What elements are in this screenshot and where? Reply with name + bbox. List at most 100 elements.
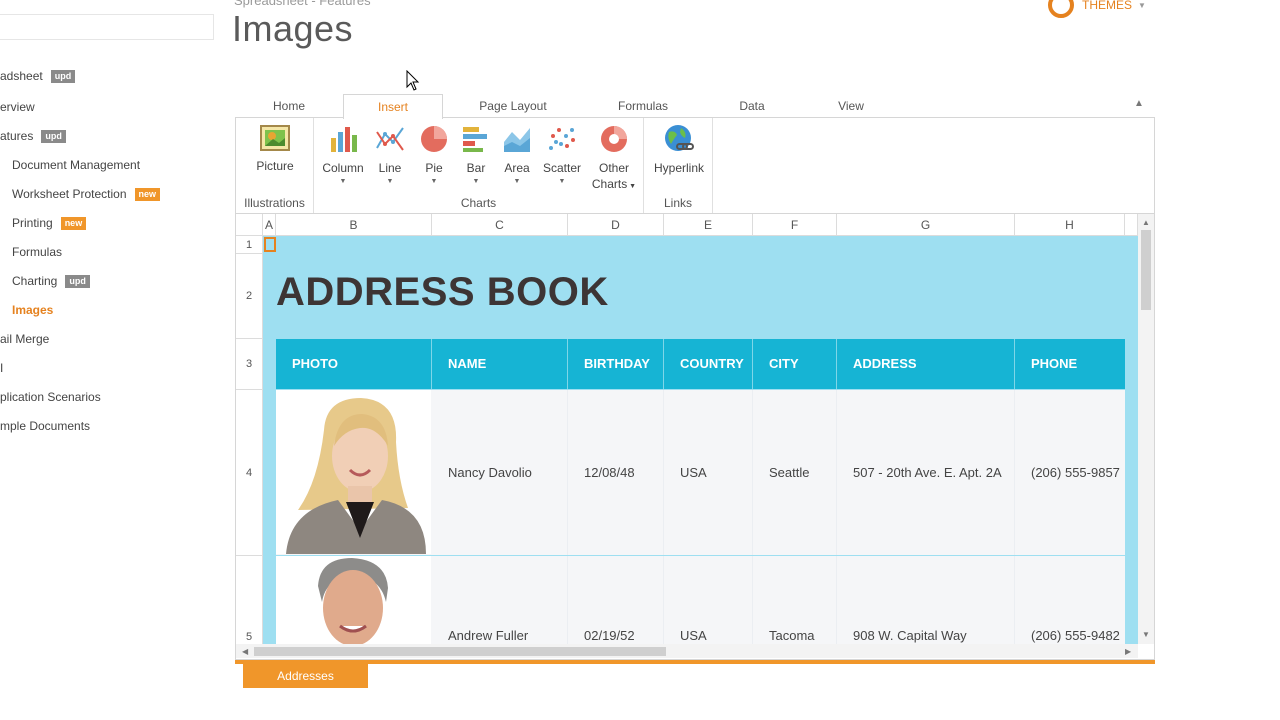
- vertical-scroll-thumb[interactable]: [1141, 230, 1151, 310]
- sidebar-item-label: erview: [0, 100, 35, 114]
- line-label: Line: [378, 161, 402, 175]
- column-chart-button[interactable]: Column ▼: [320, 124, 366, 185]
- column-header-d[interactable]: D: [568, 214, 664, 236]
- cell-country[interactable]: USA: [664, 556, 753, 646]
- sidebar-item-label: Charting: [12, 274, 58, 288]
- picture-button[interactable]: Picture: [243, 124, 307, 174]
- cell-name[interactable]: Andrew Fuller: [432, 556, 568, 646]
- chevron-down-icon: ▼: [339, 178, 347, 185]
- hyperlink-globe-icon: [665, 125, 694, 151]
- tab-data[interactable]: Data: [727, 94, 777, 118]
- photo-andrew-fuller[interactable]: [276, 556, 431, 646]
- sidebar-item-sample-documents[interactable]: mple Documents: [0, 419, 90, 433]
- sidebar-item-formulas[interactable]: Formulas: [12, 245, 62, 259]
- header-name: NAME: [432, 339, 568, 389]
- ribbon: Picture Illustrations Column ▼ Line ▼ Pi…: [235, 117, 1155, 214]
- sheet-tab-addresses[interactable]: Addresses: [243, 664, 368, 688]
- row-header-3[interactable]: 3: [236, 339, 263, 390]
- themes-label: THEMES: [1082, 0, 1133, 12]
- sidebar-item-label: Images: [12, 303, 54, 317]
- group-label: Charts: [460, 196, 497, 210]
- scroll-left-icon[interactable]: ◀: [242, 647, 248, 656]
- tab-view[interactable]: View: [826, 94, 876, 118]
- sidebar-search-box[interactable]: [0, 14, 214, 40]
- column-label: Column: [322, 161, 364, 175]
- scroll-down-icon[interactable]: ▼: [1142, 630, 1150, 639]
- select-all-corner[interactable]: [236, 214, 263, 236]
- cell-city[interactable]: Seattle: [753, 390, 837, 555]
- scatter-chart-button[interactable]: Scatter ▼: [539, 124, 585, 185]
- photo-nancy-davolio[interactable]: [276, 390, 431, 554]
- line-chart-button[interactable]: Line ▼: [370, 124, 410, 185]
- sidebar-item-application-scenarios[interactable]: plication Scenarios: [0, 390, 101, 404]
- scroll-right-icon[interactable]: ▶: [1125, 647, 1131, 656]
- sidebar-item-features[interactable]: atures upd: [0, 129, 66, 143]
- sidebar-item-document-management[interactable]: Document Management: [12, 158, 140, 172]
- column-header-g[interactable]: G: [837, 214, 1015, 236]
- chevron-down-icon: ▼: [386, 178, 394, 185]
- new-badge: new: [134, 187, 161, 201]
- scroll-up-icon[interactable]: ▲: [1142, 218, 1150, 227]
- row-header-1[interactable]: 1: [236, 236, 263, 254]
- sidebar-item-label: atures: [0, 129, 34, 143]
- sidebar-item-overview[interactable]: erview: [0, 100, 35, 114]
- sidebar-item-mail-merge[interactable]: ail Merge: [0, 332, 49, 346]
- cell-phone[interactable]: (206) 555-9482: [1015, 556, 1125, 646]
- cell-name[interactable]: Nancy Davolio: [432, 390, 568, 555]
- sidebar-item-printing[interactable]: Printing new: [12, 216, 87, 230]
- picture-icon: [260, 125, 290, 151]
- sidebar-item-charting[interactable]: Charting upd: [12, 274, 90, 288]
- cell-country[interactable]: USA: [664, 390, 753, 555]
- pie-chart-button[interactable]: Pie ▼: [414, 124, 454, 185]
- selected-cell-a1[interactable]: [264, 237, 276, 252]
- horizontal-scroll-thumb[interactable]: [254, 647, 666, 656]
- sidebar-item-worksheet-protection[interactable]: Worksheet Protection new: [12, 187, 161, 201]
- area-chart-button[interactable]: Area ▼: [497, 124, 537, 185]
- row-header-5[interactable]: 5: [236, 556, 263, 646]
- tab-page-layout[interactable]: Page Layout: [468, 94, 558, 118]
- picture-label: Picture: [256, 159, 294, 173]
- header-city: CITY: [753, 339, 837, 389]
- header-address: ADDRESS: [837, 339, 1015, 389]
- row-header-2[interactable]: 2: [236, 254, 263, 339]
- column-header-e[interactable]: E: [664, 214, 753, 236]
- cell-phone[interactable]: (206) 555-9857: [1015, 390, 1125, 555]
- sidebar-item-ui[interactable]: I: [0, 361, 3, 375]
- sidebar-item-images[interactable]: Images: [12, 303, 53, 317]
- other-charts-button[interactable]: Other Charts ▼: [590, 124, 638, 195]
- cell-address[interactable]: 908 W. Capital Way: [837, 556, 1015, 646]
- tab-home[interactable]: Home: [254, 94, 324, 118]
- column-header-c[interactable]: C: [432, 214, 568, 236]
- row-header-4[interactable]: 4: [236, 390, 263, 556]
- column-header-f[interactable]: F: [753, 214, 837, 236]
- ribbon-collapse-icon[interactable]: ▲: [1134, 98, 1144, 109]
- column-header-i[interactable]: [1125, 214, 1138, 236]
- sidebar-item-label: plication Scenarios: [0, 390, 101, 404]
- cell-city[interactable]: Tacoma: [753, 556, 837, 646]
- sidebar-item-spreadsheet[interactable]: adsheet upd: [0, 69, 76, 83]
- cell-address[interactable]: 507 - 20th Ave. E. Apt. 2A: [837, 390, 1015, 555]
- breadcrumb[interactable]: Spreadsheet - Features: [234, 0, 371, 8]
- cell-birthday[interactable]: 12/08/48: [568, 390, 664, 555]
- bar-label: Bar: [466, 161, 486, 175]
- sidebar-item-label: Printing: [12, 216, 53, 230]
- sidebar: adsheet upd erview atures upd Document M…: [0, 0, 220, 720]
- tab-insert[interactable]: Insert: [343, 94, 443, 119]
- table-row[interactable]: Andrew Fuller 02/19/52 USA Tacoma 908 W.…: [276, 556, 1125, 646]
- table-row[interactable]: Nancy Davolio 12/08/48 USA Seattle 507 -…: [276, 390, 1125, 555]
- themes-button[interactable]: THEMES ▼: [1048, 0, 1146, 18]
- tab-formulas[interactable]: Formulas: [606, 94, 680, 118]
- column-header-b[interactable]: B: [276, 214, 432, 236]
- bar-chart-icon: [463, 127, 487, 152]
- column-header-h[interactable]: H: [1015, 214, 1125, 236]
- hyperlink-button[interactable]: Hyperlink: [649, 124, 709, 176]
- spreadsheet-grid[interactable]: A B C D E F G H ADDRESS BOOK PHOTO NAME …: [235, 214, 1155, 660]
- page-title: Images: [232, 8, 354, 49]
- mouse-cursor-icon: [406, 69, 420, 97]
- address-book-title: ADDRESS BOOK: [276, 270, 609, 314]
- column-header-a[interactable]: A: [263, 214, 276, 236]
- bar-chart-button[interactable]: Bar ▼: [456, 124, 496, 185]
- cell-birthday[interactable]: 02/19/52: [568, 556, 664, 646]
- chevron-down-icon: ▼: [1138, 0, 1146, 10]
- header-birthday: BIRTHDAY: [568, 339, 664, 389]
